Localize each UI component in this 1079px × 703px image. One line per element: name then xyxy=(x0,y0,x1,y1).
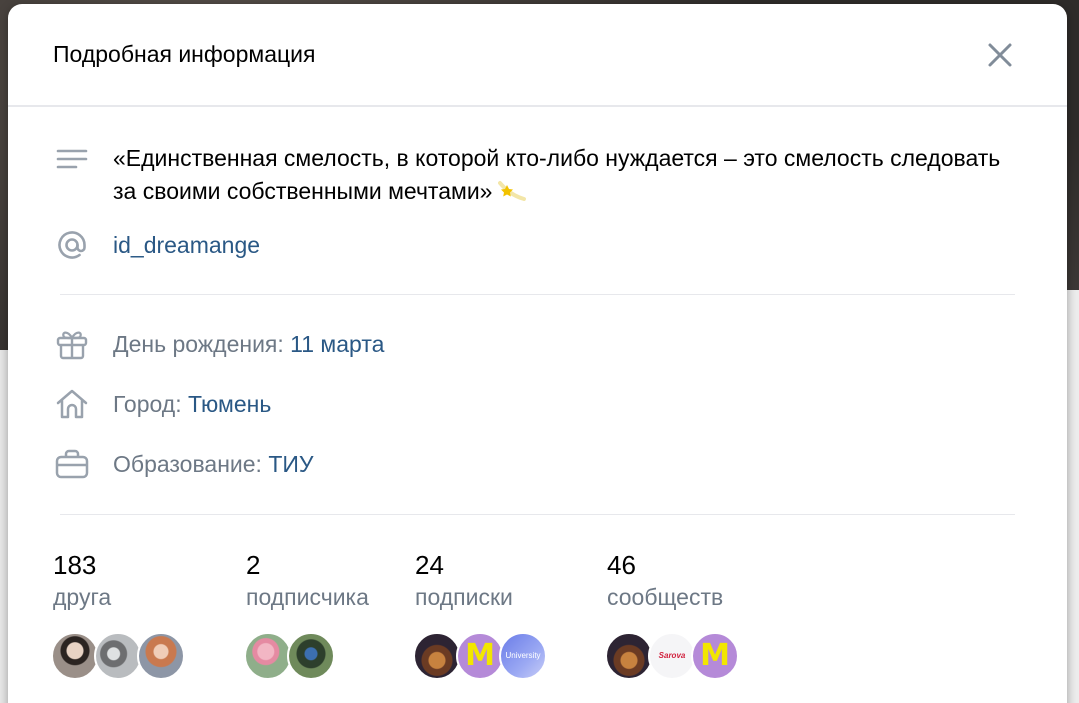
status-quote: «Единственная смелость, в которой кто-ли… xyxy=(113,145,1001,204)
close-button[interactable] xyxy=(985,40,1015,70)
avatar xyxy=(51,632,99,680)
gift-icon xyxy=(56,331,88,360)
stat-label: сообществ xyxy=(607,584,724,610)
backdrop-edge xyxy=(1067,290,1079,703)
home-icon xyxy=(56,389,88,419)
shooting-star-icon xyxy=(498,177,527,210)
city-value[interactable]: Тюмень xyxy=(188,391,271,417)
city-label: Город: xyxy=(113,391,188,417)
birthday-value[interactable]: 11 марта xyxy=(290,331,384,357)
subscriptions-avatars[interactable]: M University xyxy=(413,632,553,680)
followers-avatars[interactable] xyxy=(244,632,344,680)
stat-count: 183 xyxy=(53,550,97,580)
birthday-row: День рождения: 11 марта xyxy=(113,331,384,358)
stat-subscriptions[interactable]: 24 подписки xyxy=(415,549,513,613)
stat-label: подписки xyxy=(415,584,513,610)
city-row: Город: Тюмень xyxy=(113,391,271,418)
education-value[interactable]: ТИУ xyxy=(268,451,313,477)
modal-header: Подробная информация xyxy=(8,4,1067,107)
close-icon xyxy=(988,43,1012,67)
username-link[interactable]: id_dreamange xyxy=(113,232,260,259)
stat-followers[interactable]: 2 подписчика xyxy=(246,549,369,613)
stat-friends[interactable]: 183 друга xyxy=(53,549,111,613)
stat-count: 46 xyxy=(607,550,636,580)
status-text: «Единственная смелость, в которой кто-ли… xyxy=(113,142,1013,210)
backdrop-edge xyxy=(0,350,8,703)
stat-count: 24 xyxy=(415,550,444,580)
briefcase-icon xyxy=(55,449,89,479)
stat-communities[interactable]: 46 сообществ xyxy=(607,549,723,613)
modal-title: Подробная информация xyxy=(53,41,316,67)
stat-label: подписчика xyxy=(246,584,369,610)
avatar xyxy=(94,632,142,680)
avatar: Sarova xyxy=(648,632,696,680)
birthday-label: День рождения: xyxy=(113,331,291,357)
education-label: Образование: xyxy=(113,451,269,477)
avatar xyxy=(605,632,653,680)
avatar xyxy=(137,632,185,680)
text-lines-icon xyxy=(56,149,88,169)
at-sign-icon xyxy=(58,231,86,259)
stat-label: друга xyxy=(53,584,112,610)
education-row: Образование: ТИУ xyxy=(113,451,314,478)
communities-avatars[interactable]: Sarova M xyxy=(605,632,745,680)
avatar xyxy=(287,632,335,680)
friends-avatars[interactable] xyxy=(51,632,191,680)
avatar xyxy=(413,632,461,680)
avatar: M xyxy=(691,632,739,680)
details-modal: Подробная информация «Единственная смело… xyxy=(8,4,1067,703)
stat-count: 2 xyxy=(246,550,261,580)
avatar: M xyxy=(456,632,504,680)
section-divider xyxy=(60,294,1015,295)
avatar xyxy=(244,632,292,680)
avatar: University xyxy=(499,632,547,680)
section-divider xyxy=(60,514,1015,515)
